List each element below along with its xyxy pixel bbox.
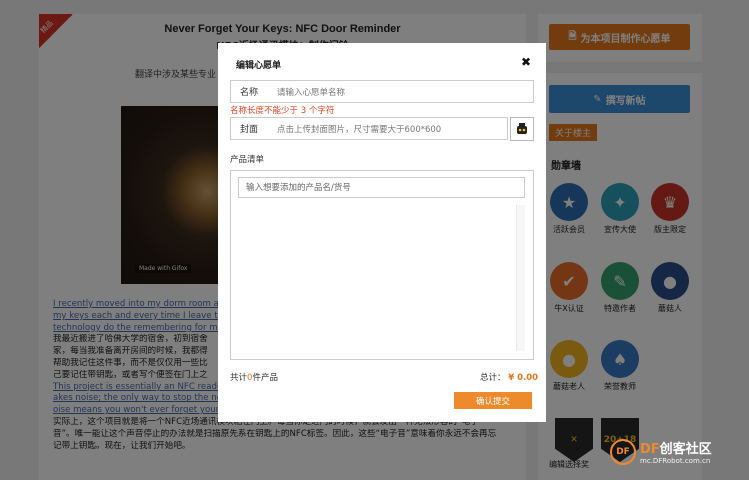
cover-upload-input[interactable] — [275, 120, 503, 139]
dfrobot-logo-icon: DF — [610, 438, 636, 465]
product-count: 共计0件产品 — [230, 373, 278, 383]
confirm-submit-button[interactable]: 确认提交 — [454, 392, 532, 409]
name-error: 名称长度不能少于 3 个字符 — [230, 106, 335, 116]
cover-upload-button[interactable] — [510, 117, 534, 141]
robot-icon — [517, 123, 527, 134]
cover-label: 封面 — [240, 125, 259, 135]
product-list-label: 产品清单 — [230, 155, 265, 165]
name-field: 名称 — [230, 80, 534, 103]
name-input[interactable] — [275, 83, 529, 102]
total-price: 总计： ¥ 0.00 — [480, 373, 539, 383]
product-search-input[interactable] — [238, 177, 525, 198]
close-icon[interactable]: ✖ — [521, 55, 531, 69]
product-list-box — [230, 170, 534, 360]
wishlist-modal: 编辑心愿单 ✖ 名称 名称长度不能少于 3 个字符 封面 产品清单 共计0件产品… — [218, 43, 546, 422]
name-label: 名称 — [240, 88, 259, 98]
product-list-scrollbar[interactable] — [516, 205, 525, 351]
site-watermark: DF DF创客社区 mc.DFRobot.com.cn — [610, 438, 712, 465]
cover-field: 封面 — [230, 117, 508, 140]
modal-title: 编辑心愿单 — [236, 61, 282, 71]
